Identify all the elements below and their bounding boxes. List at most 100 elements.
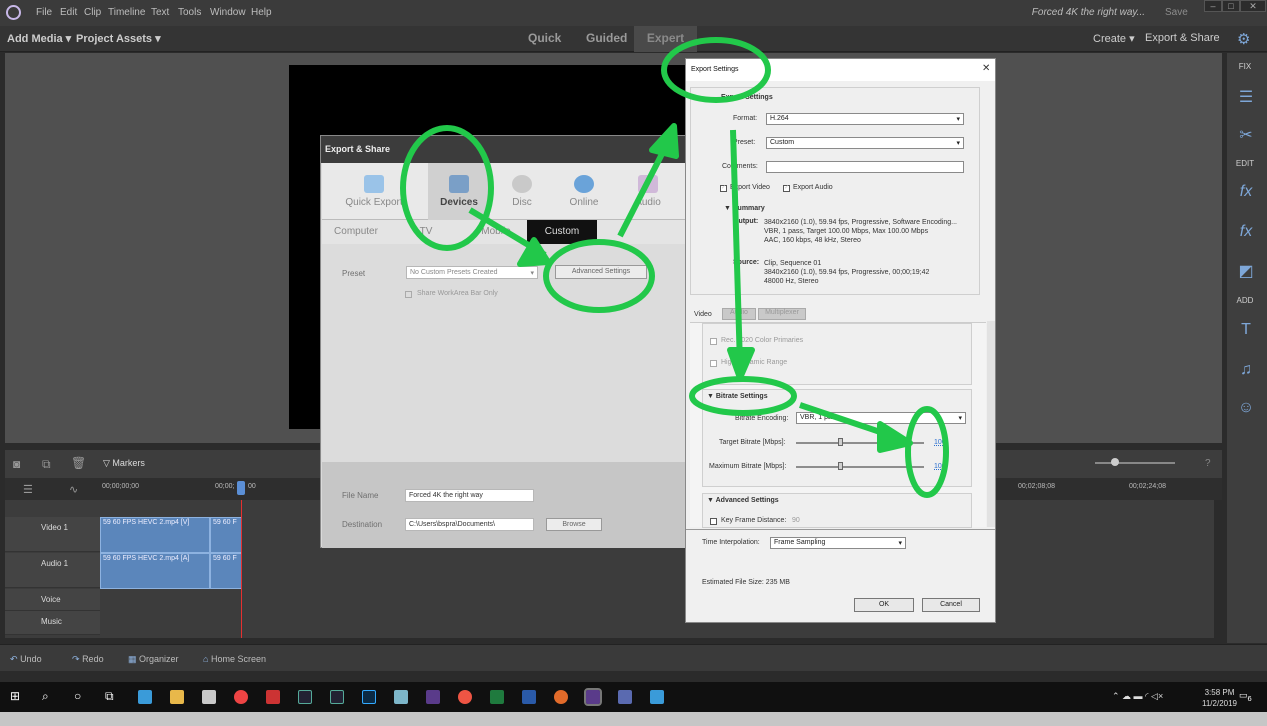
audio-waveform-icon[interactable]: ∿	[69, 483, 78, 496]
browse-button[interactable]: Browse	[546, 518, 602, 531]
share-workarea-checkbox[interactable]	[405, 291, 412, 298]
audio-clip[interactable]: 59 60 FPS HEVC 2.mp4 [A]	[100, 553, 210, 589]
word-icon[interactable]	[522, 690, 536, 704]
add-media-button[interactable]: Add Media ▾	[7, 32, 71, 45]
track-voice[interactable]: Voice	[5, 589, 100, 611]
save-button[interactable]: Save	[1165, 7, 1188, 18]
subtab-tv[interactable]: TV	[392, 220, 460, 244]
home-screen-button[interactable]: ⌂ Home Screen	[203, 654, 266, 664]
keyframe-checkbox[interactable]	[710, 518, 717, 525]
lightroom-icon[interactable]	[298, 690, 312, 704]
app-blue-icon[interactable]	[650, 690, 664, 704]
max-bitrate-knob[interactable]	[838, 462, 843, 470]
export-audio-checkbox[interactable]: ✓	[783, 185, 790, 192]
bitrate-encoding-dropdown[interactable]: VBR, 1 pass ▾	[796, 412, 966, 424]
close-icon[interactable]: ✕	[982, 63, 990, 74]
minimize-button[interactable]: –	[1204, 0, 1222, 12]
rec2020-checkbox[interactable]	[710, 338, 717, 345]
max-bitrate-value[interactable]: 100	[934, 463, 946, 470]
help-icon[interactable]: ?	[1205, 458, 1211, 469]
comments-input[interactable]	[766, 161, 964, 173]
menu-help[interactable]: Help	[251, 7, 272, 18]
app-icon[interactable]	[202, 690, 216, 704]
tab-quick-export[interactable]: Quick Export	[344, 163, 404, 220]
clock[interactable]: 3:58 PM 11/2/2019	[1202, 687, 1237, 709]
menu-timeline[interactable]: Timeline	[108, 7, 145, 18]
menu-tools[interactable]: Tools	[178, 7, 201, 18]
applied-effects-icon[interactable]: fx	[1236, 223, 1256, 241]
advanced-settings-button[interactable]: Advanced Settings	[555, 265, 647, 279]
cancel-button[interactable]: Cancel	[922, 598, 980, 612]
search-icon[interactable]: ⌕	[42, 689, 49, 704]
markers-button[interactable]: ▽ Markers	[103, 458, 145, 469]
excel-icon[interactable]	[490, 690, 504, 704]
subtab-mobile[interactable]: Mobile	[462, 220, 530, 244]
video-clip[interactable]: 59 60 FPS HEVC 2.mp4 [V]	[100, 517, 210, 553]
music-icon[interactable]: ♫	[1236, 361, 1256, 379]
max-bitrate-slider[interactable]	[796, 466, 924, 468]
export-video-checkbox[interactable]: ✓	[720, 185, 727, 192]
zoom-slider[interactable]	[1095, 462, 1175, 464]
menu-edit[interactable]: Edit	[60, 7, 77, 18]
tab-disc[interactable]: Disc	[492, 163, 552, 220]
preset-dropdown[interactable]: No Custom Presets Created ▾	[406, 266, 538, 279]
redo-button[interactable]: ↷ Redo	[72, 654, 104, 665]
subtab-custom[interactable]: Custom	[527, 220, 597, 244]
lightroom-classic-icon[interactable]	[330, 690, 344, 704]
premiere-elements-active-icon[interactable]	[584, 688, 602, 706]
mode-quick[interactable]: Quick	[528, 31, 561, 45]
tab-multiplexer[interactable]: Multiplexer	[758, 308, 806, 320]
timeline-settings-icon[interactable]: ☰	[23, 483, 33, 496]
menu-clip[interactable]: Clip	[84, 7, 101, 18]
keyframe-value[interactable]: 90	[792, 517, 800, 524]
file-name-input[interactable]: Forced 4K the right way	[405, 489, 534, 502]
trash-icon[interactable]: 🗑	[71, 456, 86, 470]
settings-scrollbar[interactable]	[987, 321, 995, 527]
track-music[interactable]: Music	[5, 611, 100, 635]
hdr-checkbox[interactable]	[710, 360, 717, 367]
zoom-slider-knob[interactable]	[1111, 458, 1119, 466]
photoshop-elements-icon[interactable]	[618, 690, 632, 704]
cortana-icon[interactable]: ○	[74, 689, 81, 703]
app-l-icon[interactable]	[138, 690, 152, 704]
destination-input[interactable]: C:\Users\bspra\Documents\	[405, 518, 534, 531]
target-bitrate-value[interactable]: 100	[934, 439, 946, 446]
settings-gear-icon[interactable]: ⚙	[1237, 30, 1250, 48]
playhead-handle[interactable]	[237, 481, 245, 495]
maps-icon[interactable]	[458, 690, 472, 704]
maximize-button[interactable]: □	[1222, 0, 1240, 12]
task-view-icon[interactable]: ⧉	[105, 689, 114, 704]
notification-icon[interactable]: ▭6	[1239, 690, 1252, 703]
time-interpolation-dropdown[interactable]: Frame Sampling ▾	[770, 537, 906, 549]
track-video-1[interactable]: Video 1	[5, 517, 100, 552]
track-audio-1[interactable]: Audio 1	[5, 553, 100, 588]
close-window-button[interactable]: ✕	[1240, 0, 1266, 12]
effects-icon[interactable]: fx	[1236, 183, 1256, 201]
preset-dropdown[interactable]: Custom ▾	[766, 137, 964, 149]
menu-file[interactable]: File	[36, 7, 52, 18]
system-tray-icons[interactable]: ⌃ ☁ ▬ ◜ ◁×	[1112, 691, 1163, 702]
undo-button[interactable]: ↶ Undo	[10, 654, 42, 665]
mode-expert[interactable]: Expert	[634, 26, 697, 52]
premiere-elements-icon[interactable]	[426, 690, 440, 704]
title-icon[interactable]: T	[1236, 321, 1256, 339]
ok-button[interactable]: OK	[854, 598, 914, 612]
app-orange-icon[interactable]	[554, 690, 568, 704]
app-icon-2[interactable]	[394, 690, 408, 704]
project-assets-button[interactable]: Project Assets ▾	[76, 32, 161, 45]
camera-icon[interactable]: ◙	[13, 457, 20, 471]
app-red-icon[interactable]	[266, 690, 280, 704]
create-button[interactable]: Create ▾	[1093, 32, 1135, 45]
export-share-button[interactable]: Export & Share	[1145, 32, 1220, 44]
mode-guided[interactable]: Guided	[586, 31, 627, 45]
adjustments-icon[interactable]: ☰	[1236, 87, 1256, 106]
photoshop-icon[interactable]	[362, 690, 376, 704]
file-explorer-icon[interactable]	[170, 690, 184, 704]
graphics-icon[interactable]: ☺	[1236, 399, 1256, 417]
tab-devices[interactable]: Devices	[428, 163, 490, 220]
menu-text[interactable]: Text	[151, 7, 169, 18]
chrome-icon[interactable]	[234, 690, 248, 704]
tools-icon[interactable]: ✂	[1236, 125, 1256, 144]
trim-icon[interactable]: ⧉	[42, 457, 51, 472]
windows-start-icon[interactable]: ⊞	[10, 689, 20, 703]
